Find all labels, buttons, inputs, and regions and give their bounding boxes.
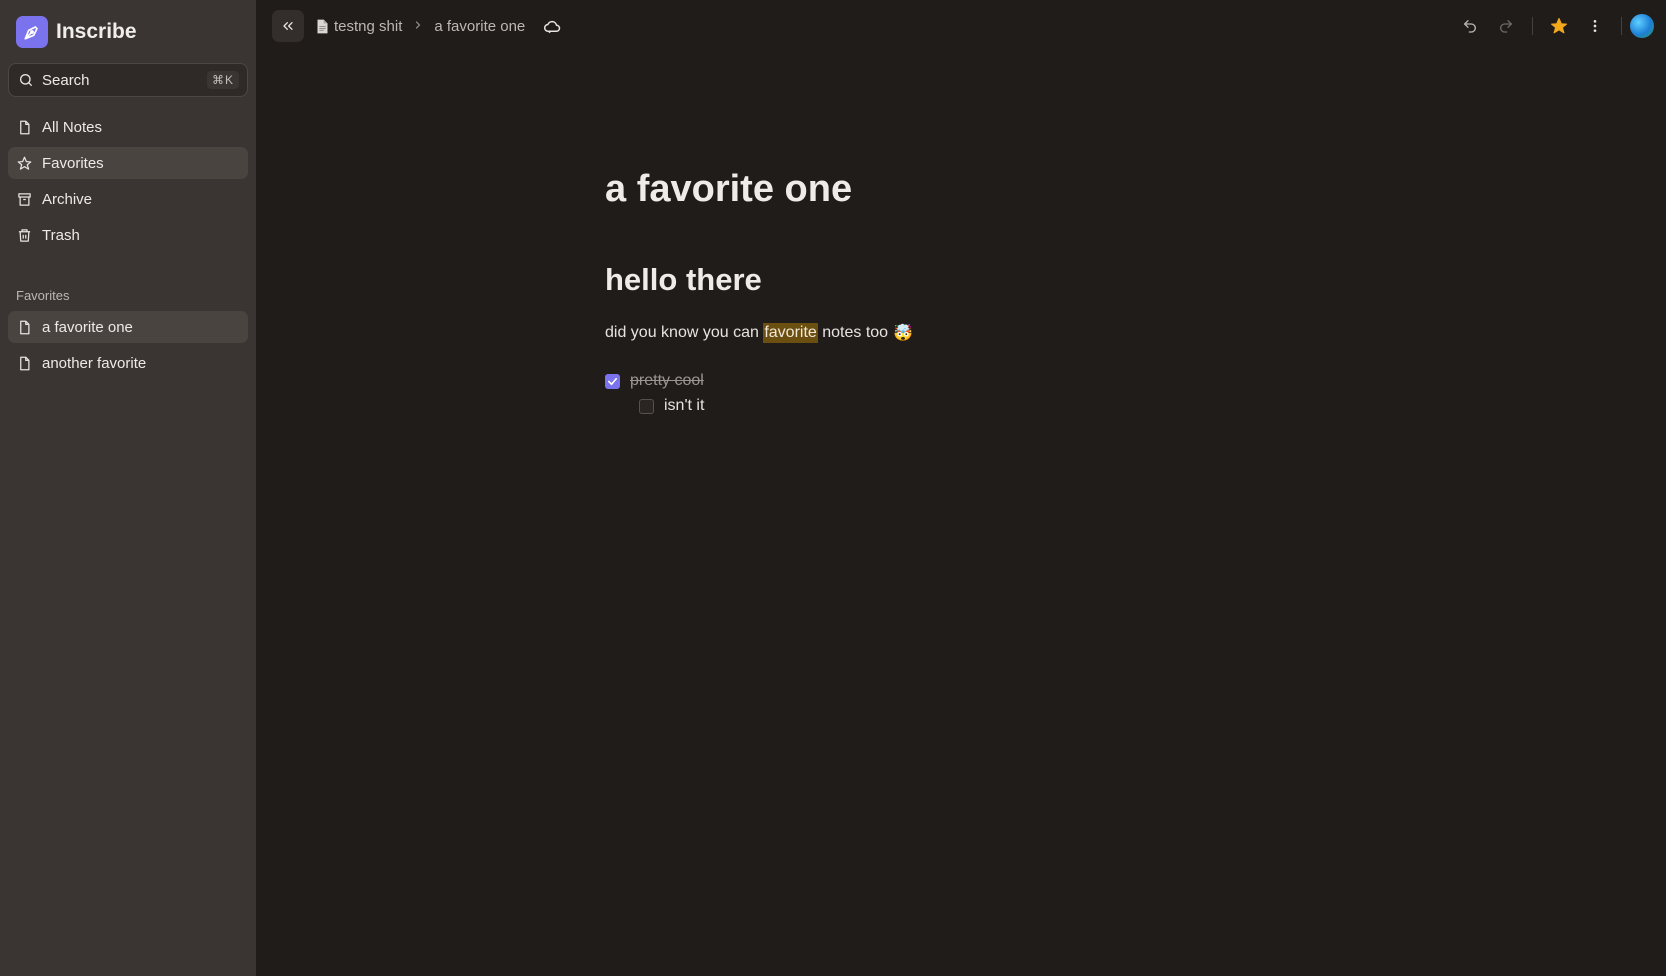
nav-item-label: Favorites xyxy=(42,154,104,172)
brand[interactable]: Inscribe xyxy=(8,16,248,48)
main-nav: All Notes Favorites Archive Trash xyxy=(8,111,248,251)
more-options-button[interactable] xyxy=(1577,10,1613,42)
task-text[interactable]: isn't it xyxy=(664,397,704,415)
task-text[interactable]: pretty cool xyxy=(630,372,704,390)
main-area: testng shit a favorite one a favorite on… xyxy=(256,0,1666,976)
star-filled-icon xyxy=(1550,17,1568,34)
task-item: isn't it xyxy=(639,394,1305,419)
toolbar-divider xyxy=(1532,17,1533,35)
note-heading[interactable]: hello there xyxy=(605,262,1305,298)
file-icon xyxy=(20,320,30,334)
more-vertical-icon xyxy=(1593,20,1597,32)
chevron-right-icon xyxy=(412,18,424,34)
nav-item-trash[interactable]: Trash xyxy=(8,219,248,251)
breadcrumb-parent-label: testng shit xyxy=(334,17,403,35)
document-icon xyxy=(317,19,328,33)
trash-icon xyxy=(18,228,31,242)
chevrons-left-icon xyxy=(283,21,293,30)
search-label: Search xyxy=(42,71,90,89)
nav-item-all-notes[interactable]: All Notes xyxy=(8,111,248,143)
task-list: pretty cool isn't it xyxy=(605,369,1305,419)
cloud-icon xyxy=(544,20,561,34)
exploding-head-emoji: 🤯 xyxy=(893,324,913,342)
file-icon xyxy=(20,356,30,370)
nav-item-favorites[interactable]: Favorites xyxy=(8,147,248,179)
toolbar-divider xyxy=(1621,17,1622,35)
collapse-sidebar-button[interactable] xyxy=(272,10,304,42)
sync-status-icon[interactable] xyxy=(543,18,561,34)
search-button[interactable]: Search ⌘K xyxy=(8,63,248,97)
star-icon xyxy=(17,156,32,170)
app-root: Inscribe Search ⌘K All Notes Favorites A… xyxy=(0,0,1666,976)
task-item: pretty cool xyxy=(605,369,1305,394)
app-logo-icon xyxy=(16,16,48,48)
paragraph-text: did you know you can xyxy=(605,323,764,341)
sidebar: Inscribe Search ⌘K All Notes Favorites A… xyxy=(0,0,256,976)
nav-item-label: All Notes xyxy=(42,118,103,136)
search-shortcut: ⌘K xyxy=(206,71,239,89)
check-icon xyxy=(608,377,617,385)
favorites-section-heading: Favorites xyxy=(16,287,70,303)
favorites-list: a favorite one another favorite xyxy=(8,311,248,379)
top-actions xyxy=(1452,10,1654,42)
breadcrumb: testng shit a favorite one xyxy=(316,18,525,35)
breadcrumb-parent[interactable]: testng shit xyxy=(316,18,402,35)
user-avatar[interactable] xyxy=(1630,14,1654,38)
search-icon xyxy=(20,74,32,86)
undo-icon xyxy=(1464,20,1476,33)
favorite-note-label: another favorite xyxy=(42,354,147,372)
nav-item-archive[interactable]: Archive xyxy=(8,183,248,215)
undo-button[interactable] xyxy=(1452,10,1488,42)
task-checkbox[interactable] xyxy=(605,373,620,389)
favorite-toggle-button[interactable] xyxy=(1541,10,1577,42)
task-checkbox[interactable] xyxy=(639,398,654,414)
paragraph-text: notes too xyxy=(817,323,889,341)
redo-icon xyxy=(1500,20,1512,33)
note-title[interactable]: a favorite one xyxy=(605,169,1305,210)
favorite-note-item[interactable]: another favorite xyxy=(8,347,248,379)
favorite-note-item[interactable]: a favorite one xyxy=(8,311,248,343)
archive-icon xyxy=(18,192,31,206)
highlighted-text: favorite xyxy=(763,322,818,343)
breadcrumb-current-label: a favorite one xyxy=(434,17,526,35)
nav-item-label: Trash xyxy=(42,226,80,244)
top-bar: testng shit a favorite one xyxy=(256,0,1666,52)
note-paragraph[interactable]: did you know you can favorite notes too … xyxy=(605,322,1305,343)
breadcrumb-current[interactable]: a favorite one xyxy=(434,18,525,35)
nav-item-label: Archive xyxy=(42,190,93,208)
redo-button[interactable] xyxy=(1488,10,1524,42)
note-editor[interactable]: a favorite one hello there did you know … xyxy=(605,169,1305,419)
favorite-note-label: a favorite one xyxy=(42,318,133,336)
app-name: Inscribe xyxy=(56,20,137,43)
file-icon xyxy=(20,120,30,134)
